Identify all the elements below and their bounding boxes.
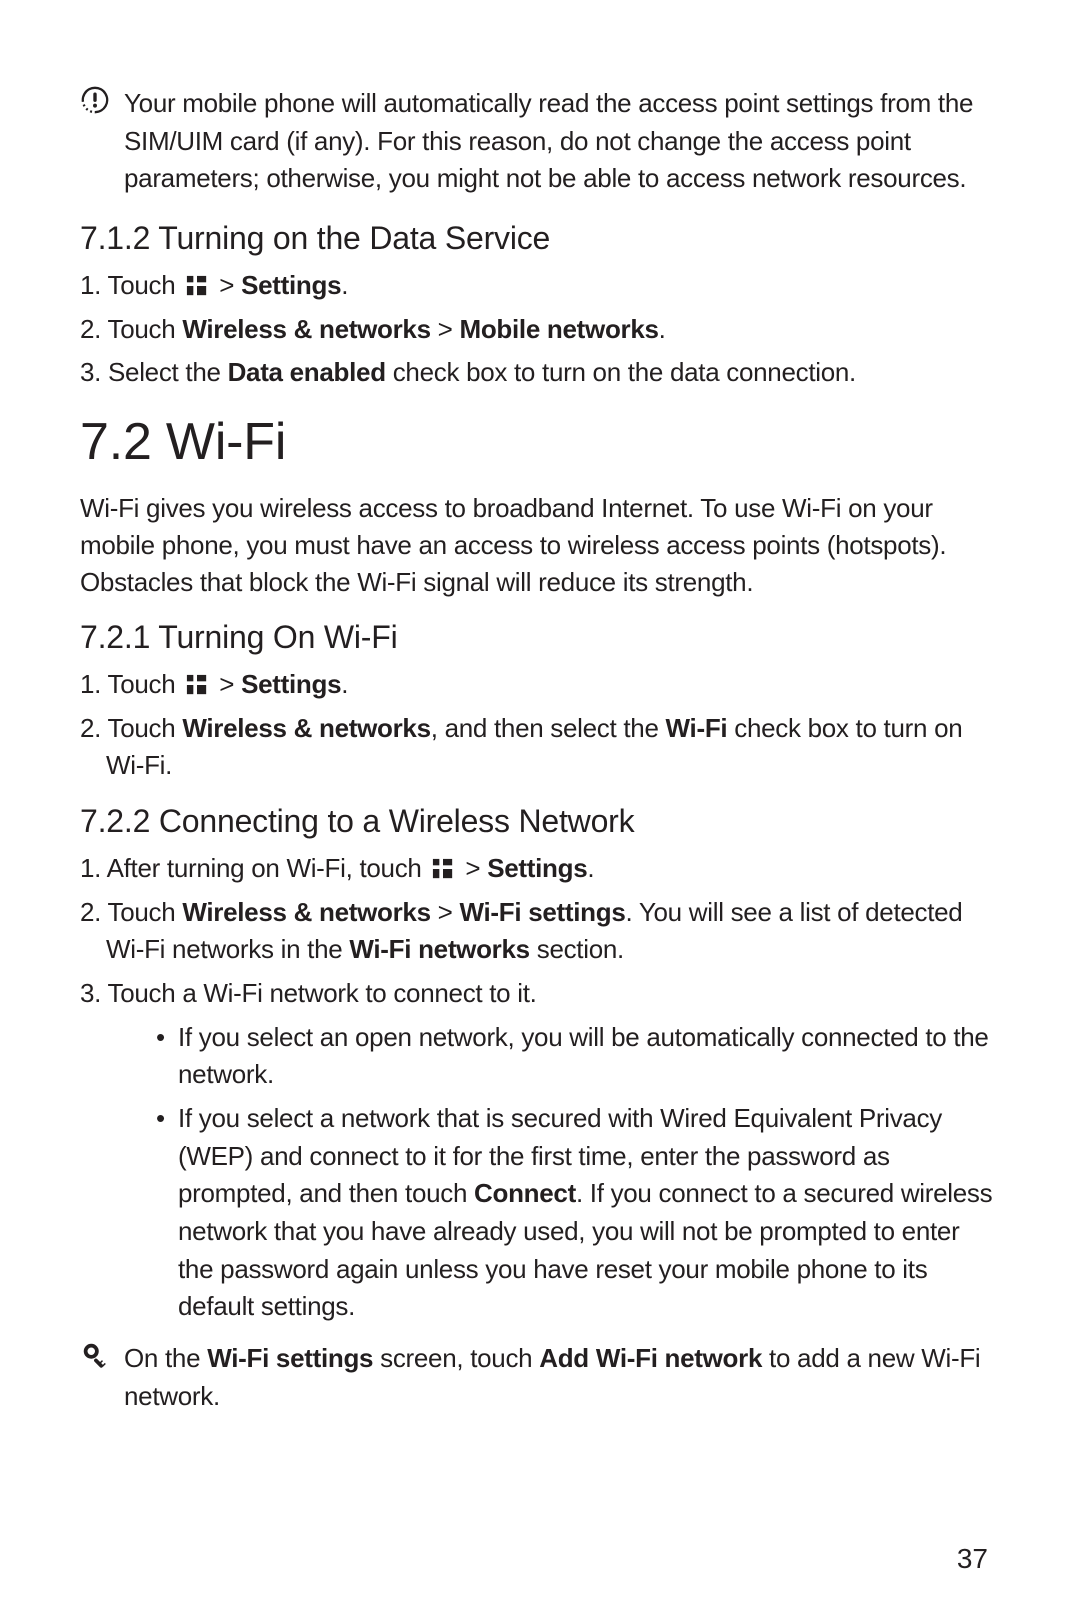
list-item: If you select a network that is secured … [156,1100,1000,1326]
text: 1. Touch [80,669,182,699]
text: 2. Touch [80,897,182,927]
text: > [458,853,487,883]
text: On the [124,1343,207,1373]
wireless-networks-label: Wireless & networks [182,713,430,743]
text: > [212,669,241,699]
add-wifi-network-label: Add Wi-Fi network [539,1343,762,1373]
step-7-2-2-3-sublist: If you select an open network, you will … [80,1019,1000,1327]
text: 3. Select the [80,357,228,387]
text: screen, touch [373,1343,539,1373]
text: . [341,270,348,300]
tip-text: On the Wi-Fi settings screen, touch Add … [124,1340,1000,1415]
search-tip-icon [80,1340,110,1370]
text: . [659,314,666,344]
mobile-networks-label: Mobile networks [459,314,658,344]
text: , and then select the [431,713,666,743]
text: . [587,853,594,883]
list-item: If you select an open network, you will … [156,1019,1000,1094]
settings-label: Settings [487,853,587,883]
text: 1. Touch [80,270,182,300]
text: > [431,314,460,344]
settings-label: Settings [241,669,341,699]
connect-label: Connect [474,1178,576,1208]
text: > [431,897,460,927]
apps-icon [186,275,208,297]
step-7-2-1-2: 2. Touch Wireless & networks, and then s… [80,710,1000,785]
tip-note: On the Wi-Fi settings screen, touch Add … [80,1340,1000,1415]
wifi-label: Wi-Fi [666,713,728,743]
step-7-2-1-1: 1. Touch > Settings. [80,666,1000,704]
settings-label: Settings [241,270,341,300]
data-enabled-label: Data enabled [228,357,386,387]
text: 2. Touch [80,713,182,743]
step-7-1-2-1: 1. Touch > Settings. [80,267,1000,305]
heading-7-2-2: 7.2.2 Connecting to a Wireless Network [80,803,1000,840]
wifi-settings-label: Wi-Fi settings [459,897,625,927]
paragraph-7-2: Wi-Fi gives you wireless access to broad… [80,490,1000,601]
step-7-1-2-3: 3. Select the Data enabled check box to … [80,354,1000,392]
page-number: 37 [957,1543,988,1575]
wifi-networks-label: Wi-Fi networks [349,934,529,964]
apps-icon [186,674,208,696]
wireless-networks-label: Wireless & networks [182,314,430,344]
heading-7-2: 7.2 Wi-Fi [80,412,1000,472]
text: > [212,270,241,300]
caution-icon [80,85,110,115]
text: 1. After turning on Wi-Fi, touch [80,853,428,883]
step-7-1-2-2: 2. Touch Wireless & networks > Mobile ne… [80,311,1000,349]
wifi-settings-label: Wi-Fi settings [207,1343,373,1373]
step-7-2-2-2: 2. Touch Wireless & networks > Wi-Fi set… [80,894,1000,969]
wireless-networks-label: Wireless & networks [182,897,430,927]
step-7-2-2-1: 1. After turning on Wi-Fi, touch > Setti… [80,850,1000,888]
heading-7-2-1: 7.2.1 Turning On Wi-Fi [80,619,1000,656]
text: . [341,669,348,699]
apps-icon [432,858,454,880]
step-7-2-2-3: 3. Touch a Wi-Fi network to connect to i… [80,975,1000,1013]
manual-page: Your mobile phone will automatically rea… [0,0,1080,1617]
text: check box to turn on the data connection… [386,357,856,387]
text: If you select an open network, you will … [178,1022,989,1090]
text: 2. Touch [80,314,182,344]
heading-7-1-2: 7.1.2 Turning on the Data Service [80,220,1000,257]
caution-note: Your mobile phone will automatically rea… [80,85,1000,198]
text: section. [530,934,624,964]
caution-text: Your mobile phone will automatically rea… [124,85,1000,198]
